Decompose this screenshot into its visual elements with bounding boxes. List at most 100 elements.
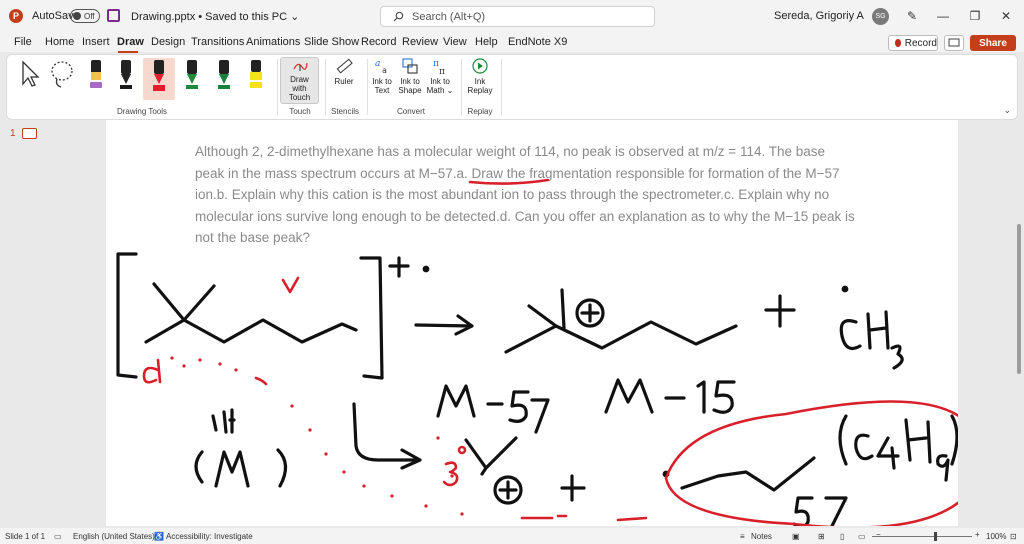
c4h9-4-ink — [876, 436, 900, 470]
plus-sign-ink — [580, 303, 600, 323]
eraser-icon — [90, 60, 102, 88]
group-drawing-tools: Drawing Tools — [116, 107, 168, 116]
ruler-button[interactable]: Ruler — [333, 57, 355, 86]
tab-record[interactable]: Record — [361, 36, 396, 48]
hook-arrow-ink — [352, 402, 422, 470]
highlighter-yellow[interactable] — [243, 58, 269, 96]
tab-file[interactable]: File — [14, 36, 32, 48]
document-title[interactable]: Drawing.pptx • Saved to this PC ⌄ — [131, 10, 299, 23]
ink-to-math-button[interactable]: ππ Ink to Math ⌄ — [426, 57, 454, 95]
record-dot-icon — [895, 39, 901, 47]
replay-icon — [472, 58, 488, 74]
minimize-icon[interactable]: — — [933, 6, 953, 26]
highlighter-icon — [250, 60, 262, 88]
mw-114-ink — [211, 408, 236, 434]
slide-canvas[interactable]: Although 2, 2-dimethylhexane has a molec… — [106, 120, 958, 526]
pen-icon[interactable]: ✎ — [902, 6, 922, 26]
ink-to-shape-label-2: Shape — [398, 86, 422, 95]
zoom-in-icon[interactable]: + — [975, 530, 980, 539]
slide-thumbnail[interactable] — [22, 128, 37, 139]
autosave-toggle[interactable]: Off — [70, 9, 100, 23]
tab-animations[interactable]: Animations — [246, 36, 300, 48]
restore-icon[interactable]: ❐ — [965, 6, 985, 26]
zoom-slider-knob[interactable] — [934, 532, 937, 541]
accessibility-status[interactable]: Accessibility: Investigate — [166, 532, 253, 541]
normal-view-icon[interactable]: ▣ — [792, 532, 800, 541]
ink-replay-label-1: Ink — [474, 77, 486, 86]
black-pen[interactable] — [113, 58, 139, 96]
tbutyl-branches-ink — [464, 436, 518, 470]
notes-button[interactable]: Notes — [751, 532, 772, 541]
draw-touch-label-2: Touch — [288, 93, 311, 102]
avatar[interactable]: SG — [872, 8, 889, 25]
checkmark-ink — [281, 276, 300, 294]
eraser-tool[interactable] — [83, 58, 109, 96]
search-icon — [393, 11, 404, 22]
zoom-out-icon[interactable]: − — [876, 530, 881, 539]
active-tab-indicator — [118, 51, 138, 53]
ink-replay-button[interactable]: Ink Replay — [465, 57, 495, 95]
share-button[interactable]: Share — [970, 35, 1016, 51]
cation-methyl-ink — [560, 288, 566, 330]
tab-home[interactable]: Home — [45, 36, 74, 48]
red-pen[interactable] — [143, 58, 175, 100]
ink-to-text-label-1: Ink to — [372, 77, 392, 86]
m15-1-ink — [696, 380, 706, 414]
d-label-ink — [142, 358, 162, 384]
lasso-select-tool[interactable] — [49, 58, 75, 96]
ink-to-shape-label-1: Ink to — [400, 77, 420, 86]
c4h9-h-ink — [904, 418, 932, 464]
draw-touch-label-1: Draw with — [290, 75, 309, 93]
green-pen[interactable] — [179, 58, 205, 96]
notes-icon[interactable]: ≡ — [740, 532, 745, 541]
ink-to-math-icon: ππ — [433, 59, 445, 75]
ink-drawing[interactable] — [106, 120, 958, 526]
tab-help[interactable]: Help — [475, 36, 498, 48]
accessibility-icon[interactable]: ♿ — [154, 532, 164, 541]
tab-transitions[interactable]: Transitions — [191, 36, 244, 48]
tab-view[interactable]: View — [443, 36, 467, 48]
ruler-icon — [336, 58, 353, 74]
spellcheck-icon[interactable]: ▭ — [54, 532, 62, 541]
collapse-ribbon-icon[interactable]: ⌄ — [1003, 105, 1011, 116]
left-bracket-ink — [116, 252, 138, 379]
user-name[interactable]: Sereda, Grigoriy A — [774, 10, 864, 22]
c4h9-left-paren-ink — [838, 414, 848, 466]
close-icon[interactable]: ✕ — [996, 6, 1016, 26]
pen-icon — [186, 60, 198, 89]
zoom-slider[interactable] — [872, 536, 972, 537]
pen-icon — [120, 60, 132, 89]
butyl-chain-ink — [680, 456, 816, 492]
slide-count: Slide 1 of 1 — [5, 532, 46, 541]
reading-view-icon[interactable]: ▯ — [840, 532, 844, 541]
ink-to-shape-button[interactable]: Ink to Shape — [397, 57, 423, 95]
ink-to-text-button[interactable]: aa Ink to Text — [370, 57, 394, 95]
scrollbar-thumb[interactable] — [1017, 224, 1021, 374]
tab-slide-show[interactable]: Slide Show — [304, 36, 359, 48]
tab-review[interactable]: Review — [402, 36, 438, 48]
record-button[interactable]: Record — [888, 35, 938, 51]
ink-replay-label-2: Replay — [467, 86, 493, 95]
vertical-scrollbar[interactable] — [1016, 120, 1022, 420]
tab-design[interactable]: Design — [151, 36, 185, 48]
slide-sorter-icon[interactable]: ⊞ — [818, 532, 825, 541]
plus-ink — [764, 294, 796, 328]
ink-to-shape-icon — [402, 58, 418, 74]
draw-with-touch-button[interactable]: Draw with Touch — [280, 57, 319, 104]
ruler-label: Ruler — [334, 77, 354, 86]
tab-insert[interactable]: Insert — [82, 36, 110, 48]
group-divider — [325, 59, 326, 115]
tab-draw[interactable]: Draw — [117, 36, 144, 48]
language-status[interactable]: English (United States) — [73, 532, 155, 541]
comments-button[interactable] — [944, 35, 964, 51]
green-pen-2[interactable] — [211, 58, 237, 96]
c4h9-9-ink — [936, 454, 950, 482]
zoom-level[interactable]: 100% — [986, 532, 1006, 541]
tab-endnote[interactable]: EndNote X9 — [508, 36, 567, 48]
fit-to-window-icon[interactable]: ⊡ — [1010, 532, 1017, 541]
search-input[interactable]: Search (Alt+Q) — [380, 6, 655, 27]
slideshow-icon[interactable]: ▭ — [858, 532, 866, 541]
save-icon[interactable] — [107, 9, 120, 22]
select-tool[interactable] — [17, 58, 43, 96]
group-divider — [501, 59, 502, 115]
